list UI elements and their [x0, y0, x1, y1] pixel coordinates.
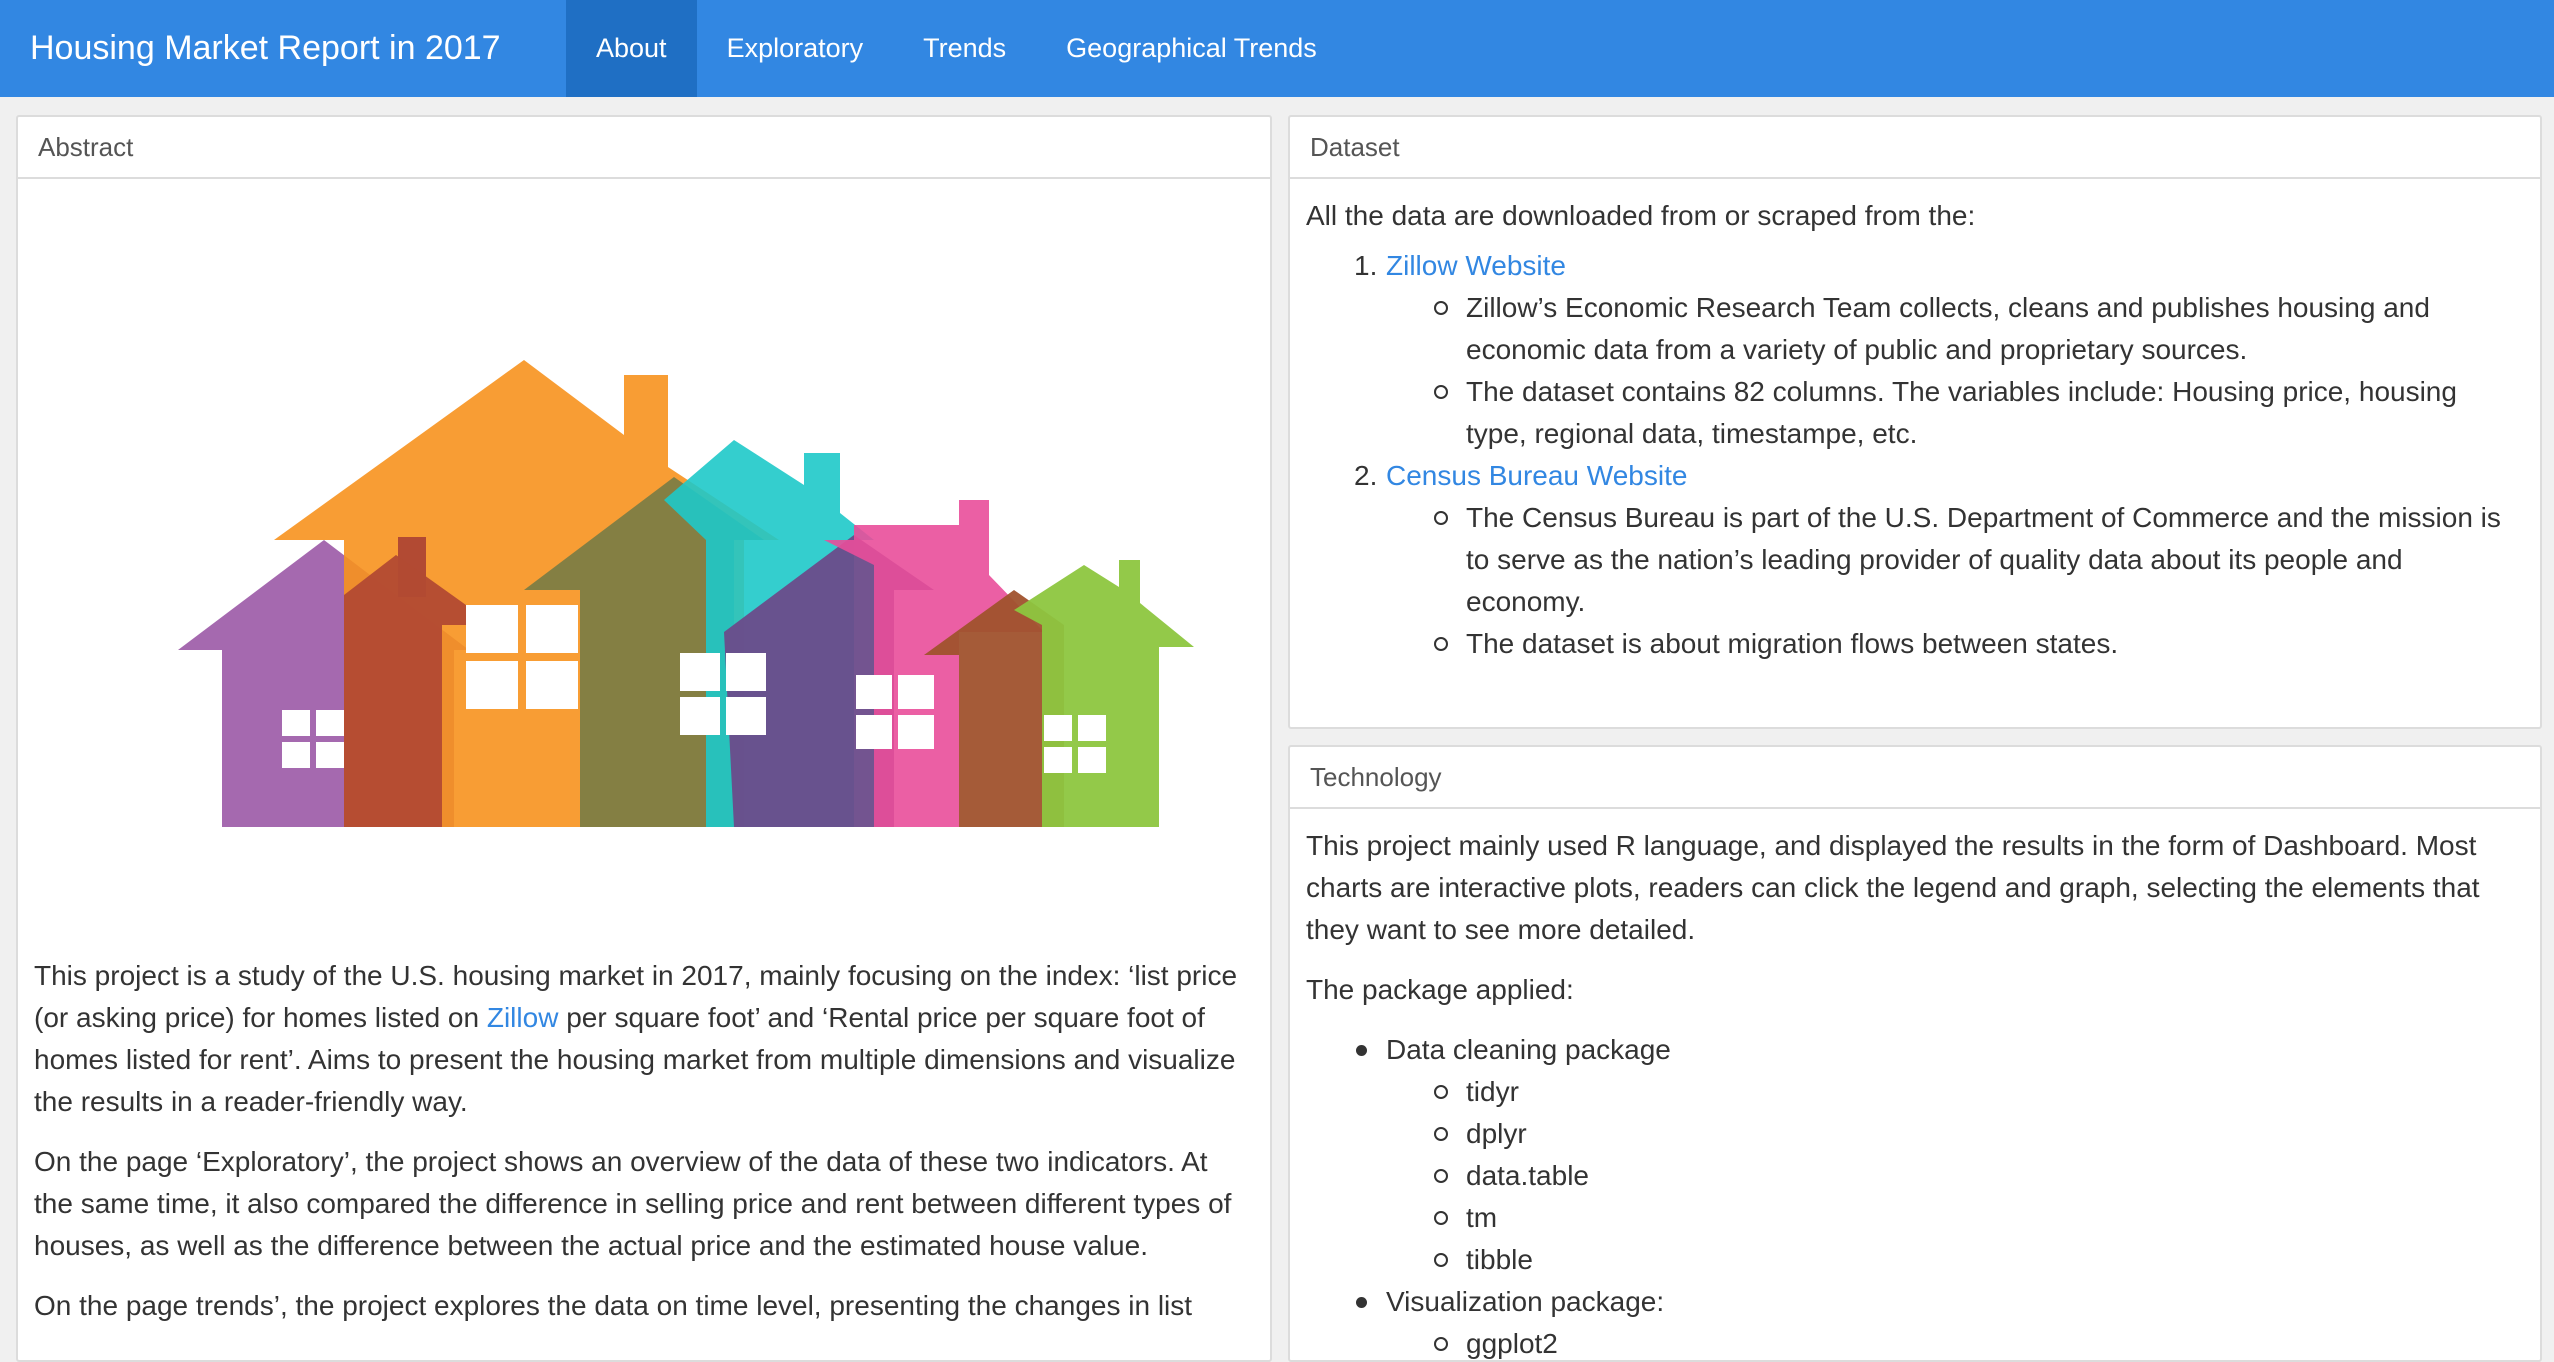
zillow-website-link[interactable]: Zillow Website [1386, 250, 1566, 281]
dataset-source-list: 1. Zillow Website Zillow’s Economic Rese… [1306, 245, 2524, 665]
houses-illustration [34, 195, 1258, 955]
tab-geographical-trends[interactable]: Geographical Trends [1036, 0, 1347, 97]
census-bureau-link[interactable]: Census Bureau Website [1386, 460, 1687, 491]
abstract-panel: Abstract This project is a study of the … [16, 115, 1272, 1362]
colorful-houses-image [178, 360, 1194, 827]
zillow-link[interactable]: Zillow [487, 1002, 559, 1033]
list-item: The Census Bureau is part of the U.S. De… [1386, 497, 2524, 623]
package-group-list: Data cleaning package tidyr dplyr data.t… [1306, 1029, 2524, 1360]
technology-panel: Technology This project mainly used R la… [1288, 745, 2542, 1362]
list-item: 1. Zillow Website Zillow’s Economic Rese… [1306, 245, 2524, 455]
list-item: ggplot2 [1386, 1323, 2524, 1360]
zillow-bullet-list: Zillow’s Economic Research Team collects… [1386, 287, 2524, 455]
dataset-header: Dataset [1290, 117, 2540, 179]
top-navbar: Housing Market Report in 2017 About Expl… [0, 0, 2554, 97]
tab-trends[interactable]: Trends [893, 0, 1036, 97]
list-item: dplyr [1386, 1113, 2524, 1155]
abstract-paragraph-2: On the page ‘Exploratory’, the project s… [34, 1146, 1232, 1261]
abstract-body: This project is a study of the U.S. hous… [18, 179, 1270, 1327]
tab-exploratory[interactable]: Exploratory [697, 0, 894, 97]
list-number: 1. [1354, 250, 1378, 281]
abstract-paragraph-3: On the page trends’, the project explore… [34, 1290, 1193, 1321]
list-item: Visualization package: ggplot2 [1306, 1281, 2524, 1360]
list-item: tidyr [1386, 1071, 2524, 1113]
technology-body: This project mainly used R language, and… [1290, 809, 2540, 1360]
list-item: tibble [1386, 1239, 2524, 1281]
list-item: Zillow’s Economic Research Team collects… [1386, 287, 2524, 371]
abstract-header: Abstract [18, 117, 1270, 179]
package-group-label: Data cleaning package [1386, 1034, 1671, 1065]
list-item: Data cleaning package tidyr dplyr data.t… [1306, 1029, 2524, 1281]
tab-about[interactable]: About [566, 0, 697, 97]
list-item: The dataset contains 82 columns. The var… [1386, 371, 2524, 455]
dataset-body: All the data are downloaded from or scra… [1290, 179, 2540, 665]
technology-intro: This project mainly used R language, and… [1306, 830, 2480, 945]
visualization-package-list: ggplot2 [1386, 1323, 2524, 1360]
list-item: 2. Census Bureau Website The Census Bure… [1306, 455, 2524, 665]
dataset-panel: Dataset All the data are downloaded from… [1288, 115, 2542, 729]
cleaning-package-list: tidyr dplyr data.table tm tibble [1386, 1071, 2524, 1281]
list-number: 2. [1354, 460, 1378, 491]
app-title[interactable]: Housing Market Report in 2017 [0, 0, 566, 97]
list-item: data.table [1386, 1155, 2524, 1197]
package-group-label: Visualization package: [1386, 1286, 1665, 1317]
list-item: tm [1386, 1197, 2524, 1239]
abstract-paragraph-1: This project is a study of the U.S. hous… [34, 955, 1254, 1123]
technology-header: Technology [1290, 747, 2540, 809]
packages-label: The package applied: [1306, 974, 1574, 1005]
dataset-intro: All the data are downloaded from or scra… [1306, 200, 1976, 231]
list-item: The dataset is about migration flows bet… [1386, 623, 2524, 665]
census-bullet-list: The Census Bureau is part of the U.S. De… [1386, 497, 2524, 665]
